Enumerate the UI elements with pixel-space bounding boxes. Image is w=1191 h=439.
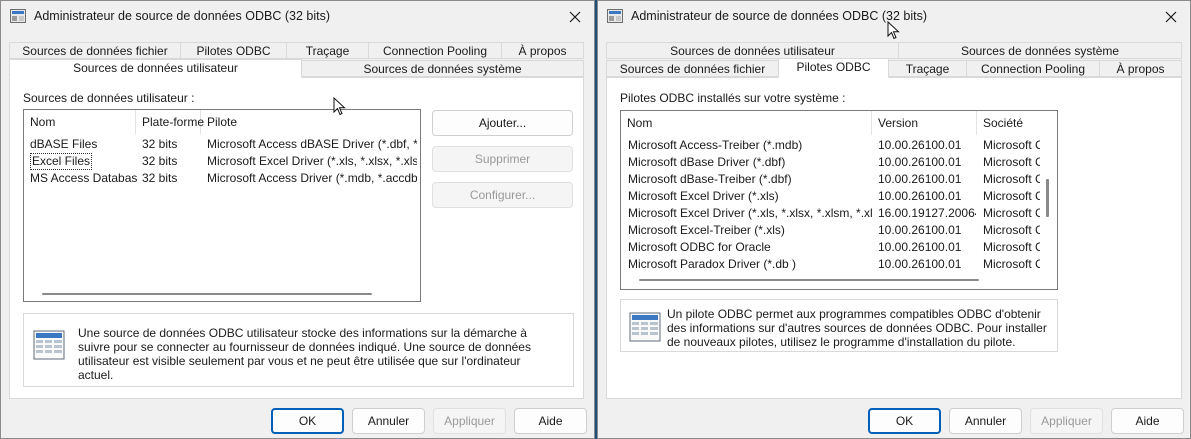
close-icon xyxy=(1165,11,1177,23)
window-title: Administrateur de source de données ODBC… xyxy=(34,9,330,23)
row-platform: 32 bits xyxy=(142,171,178,185)
row-name: MS Access Database xyxy=(30,171,138,185)
odbc-drivers-list[interactable]: Nom Version Société Microsoft Access-Tre… xyxy=(620,110,1058,290)
right-odbc-window: Administrateur de source de données ODBC… xyxy=(597,0,1191,439)
list-label: Sources de données utilisateur : xyxy=(23,91,195,105)
info-box: Un pilote ODBC permet aux programmes com… xyxy=(620,299,1058,352)
tab-about[interactable]: À propos xyxy=(501,42,584,59)
tab-system-dsn[interactable]: Sources de données système xyxy=(301,60,584,77)
column-header-platform[interactable]: Plate-forme xyxy=(136,110,204,134)
driver-icon xyxy=(629,312,661,342)
remove-button[interactable]: Supprimer xyxy=(432,146,573,172)
tab-odbc-drivers[interactable]: Pilotes ODBC xyxy=(778,58,889,78)
data-source-icon xyxy=(33,330,65,360)
row-company: Microsoft Corporation xyxy=(983,240,1040,254)
row-driver: Microsoft Excel Driver (*.xls, *.xlsx, *… xyxy=(207,154,417,168)
tab-file-dsn[interactable]: Sources de données fichier xyxy=(9,42,181,59)
row-version: 10.00.26100.01 xyxy=(878,138,962,152)
row-driver: Microsoft Access dBASE Driver (*.dbf, *.… xyxy=(207,137,417,151)
help-button[interactable]: Aide xyxy=(1111,408,1184,434)
tab-connection-pooling[interactable]: Connection Pooling xyxy=(368,42,502,59)
row-company: Microsoft Corporation xyxy=(983,206,1040,220)
row-version: 10.00.26100.01 xyxy=(878,223,962,237)
row-name: Microsoft Access-Treiber (*.mdb) xyxy=(628,138,803,152)
vertical-scrollbar[interactable] xyxy=(1046,179,1049,217)
row-name: dBASE Files xyxy=(30,137,98,151)
row-driver: Microsoft Access Driver (*.mdb, *.accdb) xyxy=(207,171,417,185)
help-button[interactable]: Aide xyxy=(514,408,587,434)
column-header-company[interactable]: Société xyxy=(977,111,1057,135)
tab-system-dsn[interactable]: Sources de données système xyxy=(898,42,1182,59)
row-version: 10.00.26100.01 xyxy=(878,172,962,186)
row-name: Microsoft Excel Driver (*.xls) xyxy=(628,189,779,203)
row-name: Microsoft Paradox Driver (*.db ) xyxy=(628,257,797,271)
row-company: Microsoft Corporation xyxy=(983,172,1040,186)
row-company: Microsoft Corporation xyxy=(983,189,1040,203)
column-header-driver[interactable]: Pilote xyxy=(201,110,420,134)
mouse-cursor-icon xyxy=(333,97,346,116)
window-title: Administrateur de source de données ODBC… xyxy=(631,9,927,23)
row-company: Microsoft Corporation xyxy=(983,223,1040,237)
column-header-version[interactable]: Version xyxy=(872,111,977,135)
list-label: Pilotes ODBC installés sur votre système… xyxy=(620,91,846,105)
row-name: Excel Files xyxy=(30,153,93,170)
horizontal-scrollbar[interactable] xyxy=(42,293,372,295)
apply-button[interactable]: Appliquer xyxy=(1030,408,1103,434)
info-box: Une source de données ODBC utilisateur s… xyxy=(23,313,574,387)
row-name: Microsoft Excel-Treiber (*.xls) xyxy=(628,223,785,237)
tab-user-dsn[interactable]: Sources de données utilisateur xyxy=(9,59,302,78)
row-company: Microsoft Corporation xyxy=(983,257,1040,271)
horizontal-scrollbar[interactable] xyxy=(639,279,979,281)
title-bar[interactable]: Administrateur de source de données ODBC… xyxy=(1,1,594,33)
configure-button[interactable]: Configurer... xyxy=(432,182,573,208)
odbc-app-icon xyxy=(607,9,623,23)
cancel-button[interactable]: Annuler xyxy=(352,408,425,434)
tab-connection-pooling[interactable]: Connection Pooling xyxy=(966,60,1100,77)
row-version: 16.00.19127.20064 xyxy=(878,206,976,220)
row-version: 10.00.26100.01 xyxy=(878,189,962,203)
add-button[interactable]: Ajouter... xyxy=(432,110,573,136)
tab-user-dsn[interactable]: Sources de données utilisateur xyxy=(606,42,899,59)
odbc-app-icon xyxy=(10,9,26,23)
row-name: Microsoft dBase-Treiber (*.dbf) xyxy=(628,172,792,186)
row-platform: 32 bits xyxy=(142,137,178,151)
column-header-name[interactable]: Nom xyxy=(24,110,136,134)
column-header-name[interactable]: Nom xyxy=(621,111,872,135)
row-version: 10.00.26100.01 xyxy=(878,257,962,271)
user-dsn-list[interactable]: Nom Plate-forme Pilote dBASE Files 32 bi… xyxy=(23,109,421,302)
ok-button[interactable]: OK xyxy=(868,408,941,434)
apply-button[interactable]: Appliquer xyxy=(433,408,506,434)
tab-tracing[interactable]: Traçage xyxy=(888,60,967,77)
row-version: 10.00.26100.01 xyxy=(878,240,962,254)
row-platform: 32 bits xyxy=(142,154,178,168)
row-company: Microsoft Corporation xyxy=(983,138,1040,152)
row-name: Microsoft Excel Driver (*.xls, *.xlsx, *… xyxy=(628,206,872,220)
row-version: 10.00.26100.01 xyxy=(878,155,962,169)
cancel-button[interactable]: Annuler xyxy=(949,408,1022,434)
ok-button[interactable]: OK xyxy=(271,408,344,434)
tab-tracing[interactable]: Traçage xyxy=(286,42,369,59)
row-name: Microsoft dBase Driver (*.dbf) xyxy=(628,155,786,169)
tab-about[interactable]: À propos xyxy=(1099,60,1182,77)
row-name: Microsoft ODBC for Oracle xyxy=(628,240,771,254)
close-icon xyxy=(569,11,581,23)
left-odbc-window: Administrateur de source de données ODBC… xyxy=(0,0,595,439)
close-button[interactable] xyxy=(1158,5,1184,29)
info-text: Un pilote ODBC permet aux programmes com… xyxy=(667,307,1047,349)
tab-file-dsn[interactable]: Sources de données fichier xyxy=(606,60,779,77)
row-company: Microsoft Corporation xyxy=(983,155,1040,169)
tab-odbc-drivers[interactable]: Pilotes ODBC xyxy=(180,42,287,59)
info-text: Une source de données ODBC utilisateur s… xyxy=(78,326,531,382)
mouse-cursor-icon xyxy=(887,21,900,40)
close-button[interactable] xyxy=(562,5,588,29)
